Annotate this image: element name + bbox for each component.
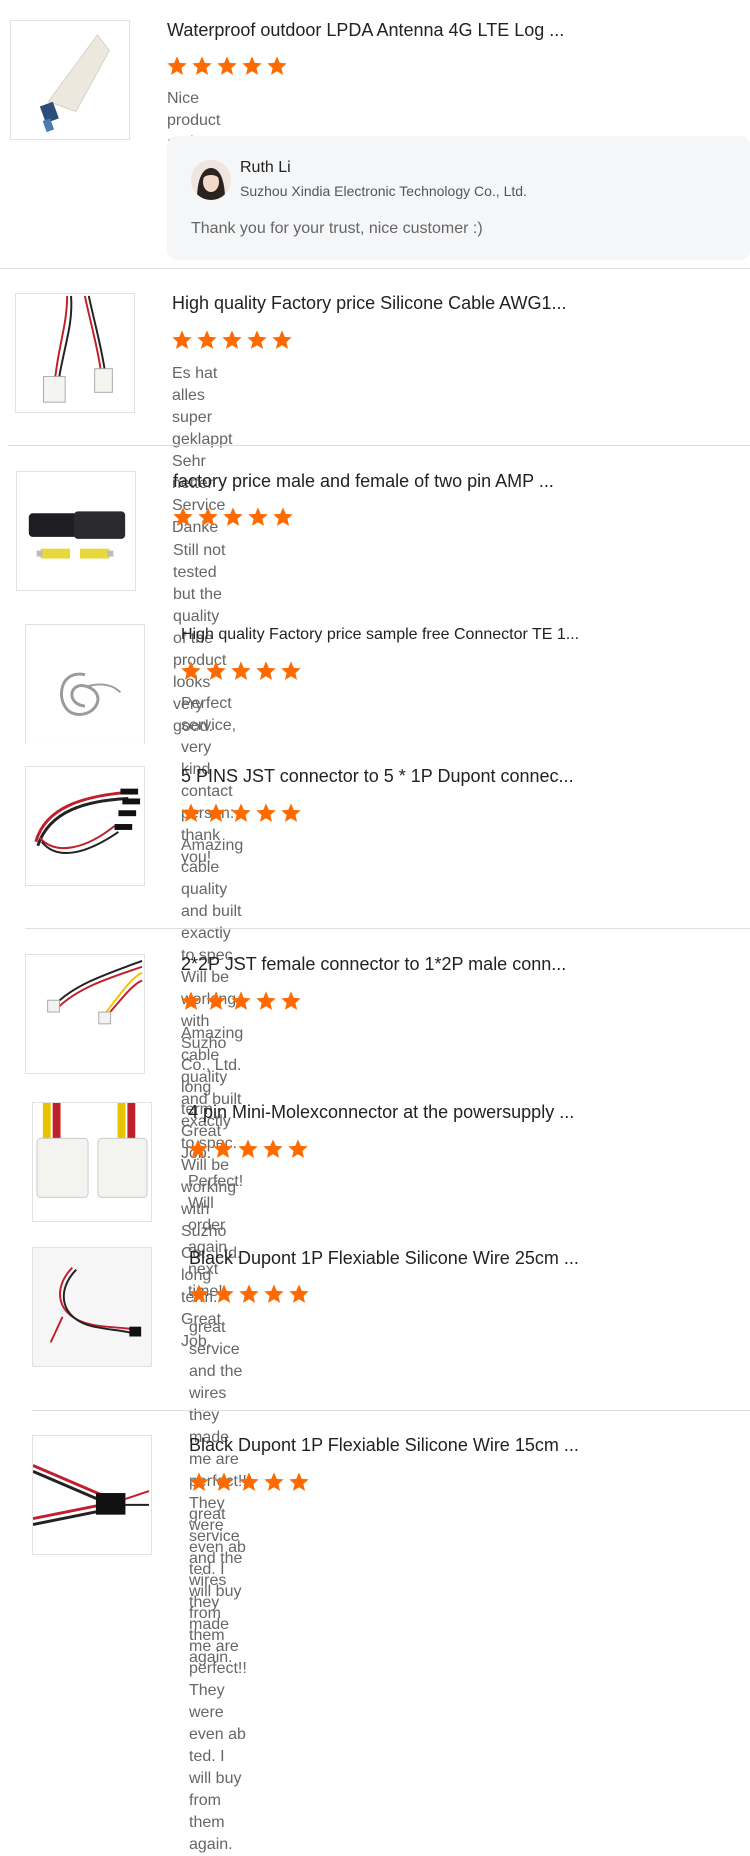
amp-connector-image: [17, 472, 135, 590]
review-comment: great service and the wires they made me…: [189, 1506, 247, 1853]
star-icon: [173, 507, 193, 526]
star-icon: [272, 330, 292, 349]
star-icon: [206, 661, 226, 680]
star-icon: [188, 1139, 208, 1158]
product-title[interactable]: Black Dupont 1P Flexiable Silicone Wire …: [189, 1434, 579, 1456]
star-icon: [289, 1284, 309, 1303]
product-thumbnail[interactable]: [25, 766, 145, 886]
product-title[interactable]: Waterproof outdoor LPDA Antenna 4G LTE L…: [167, 19, 564, 41]
product-title[interactable]: High quality Factory price Silicone Cabl…: [172, 292, 567, 314]
product-title[interactable]: High quality Factory price sample free C…: [181, 624, 579, 646]
star-rating: [166, 55, 288, 77]
product-thumbnail[interactable]: [10, 20, 130, 140]
star-rating: [188, 1471, 310, 1493]
star-rating: [180, 990, 302, 1012]
product-thumbnail[interactable]: [32, 1435, 152, 1555]
product-thumbnail[interactable]: [16, 471, 136, 591]
star-icon: [273, 507, 293, 526]
star-icon: [256, 803, 276, 822]
star-icon: [189, 1284, 209, 1303]
product-title[interactable]: 5 PINS JST connector to 5 * 1P Dupont co…: [181, 765, 574, 787]
star-icon: [281, 991, 301, 1010]
dupont-bundle-image: [26, 767, 144, 885]
divider: [32, 1410, 750, 1411]
dupont-wire-25-image: [33, 1248, 151, 1366]
star-rating: [188, 1283, 310, 1305]
dupont-wire-15-image: [33, 1436, 151, 1554]
star-icon: [281, 661, 301, 680]
star-icon: [239, 1472, 259, 1491]
seller-reply: Ruth Li Suzhou Xindia Electronic Technol…: [167, 136, 750, 260]
star-icon: [242, 56, 262, 75]
avatar: [191, 160, 231, 200]
product-title[interactable]: 2*2P JST female connector to 1*2P male c…: [181, 953, 566, 975]
star-icon: [231, 803, 251, 822]
star-icon: [288, 1139, 308, 1158]
star-icon: [256, 661, 276, 680]
jst-cable-image: [26, 955, 144, 1073]
star-icon: [172, 330, 192, 349]
product-thumbnail[interactable]: [25, 624, 145, 744]
star-icon: [281, 803, 301, 822]
product-thumbnail[interactable]: [32, 1247, 152, 1367]
star-rating: [172, 506, 294, 528]
antenna-image: [11, 21, 129, 139]
star-icon: [289, 1472, 309, 1491]
reply-author-name: Ruth Li: [240, 159, 291, 176]
product-thumbnail[interactable]: [25, 954, 145, 1074]
star-icon: [247, 330, 267, 349]
star-icon: [231, 661, 251, 680]
star-icon: [192, 56, 212, 75]
reply-text: Thank you for your trust, nice customer …: [191, 220, 483, 237]
star-icon: [263, 1139, 283, 1158]
star-rating: [180, 660, 302, 682]
product-title[interactable]: factory price male and female of two pin…: [173, 470, 554, 492]
star-icon: [214, 1472, 234, 1491]
silicone-cable-image: [16, 294, 134, 412]
reply-author-company: Suzhou Xindia Electronic Technology Co.,…: [240, 183, 527, 199]
star-icon: [197, 330, 217, 349]
star-icon: [238, 1139, 258, 1158]
divider: [25, 928, 750, 929]
grey-cable-image: [26, 625, 144, 744]
divider: [0, 268, 750, 269]
star-icon: [239, 1284, 259, 1303]
star-icon: [231, 991, 251, 1010]
star-icon: [264, 1472, 284, 1491]
star-rating: [171, 329, 293, 351]
star-icon: [167, 56, 187, 75]
product-title[interactable]: 4 pin Mini-Molexconnector at the powersu…: [188, 1101, 574, 1123]
star-icon: [267, 56, 287, 75]
star-icon: [198, 507, 218, 526]
star-icon: [217, 56, 237, 75]
star-icon: [214, 1284, 234, 1303]
star-icon: [248, 507, 268, 526]
star-icon: [181, 991, 201, 1010]
product-thumbnail[interactable]: [32, 1102, 152, 1222]
star-icon: [264, 1284, 284, 1303]
product-thumbnail[interactable]: [15, 293, 135, 413]
star-rating: [187, 1138, 309, 1160]
star-icon: [223, 507, 243, 526]
star-icon: [181, 803, 201, 822]
star-icon: [206, 991, 226, 1010]
star-icon: [222, 330, 242, 349]
product-title[interactable]: Black Dupont 1P Flexiable Silicone Wire …: [189, 1247, 579, 1269]
star-icon: [213, 1139, 233, 1158]
star-rating: [180, 802, 302, 824]
star-icon: [206, 803, 226, 822]
divider: [8, 445, 750, 446]
star-icon: [189, 1472, 209, 1491]
star-icon: [181, 661, 201, 680]
star-icon: [256, 991, 276, 1010]
molex-connector-image: [33, 1103, 151, 1221]
